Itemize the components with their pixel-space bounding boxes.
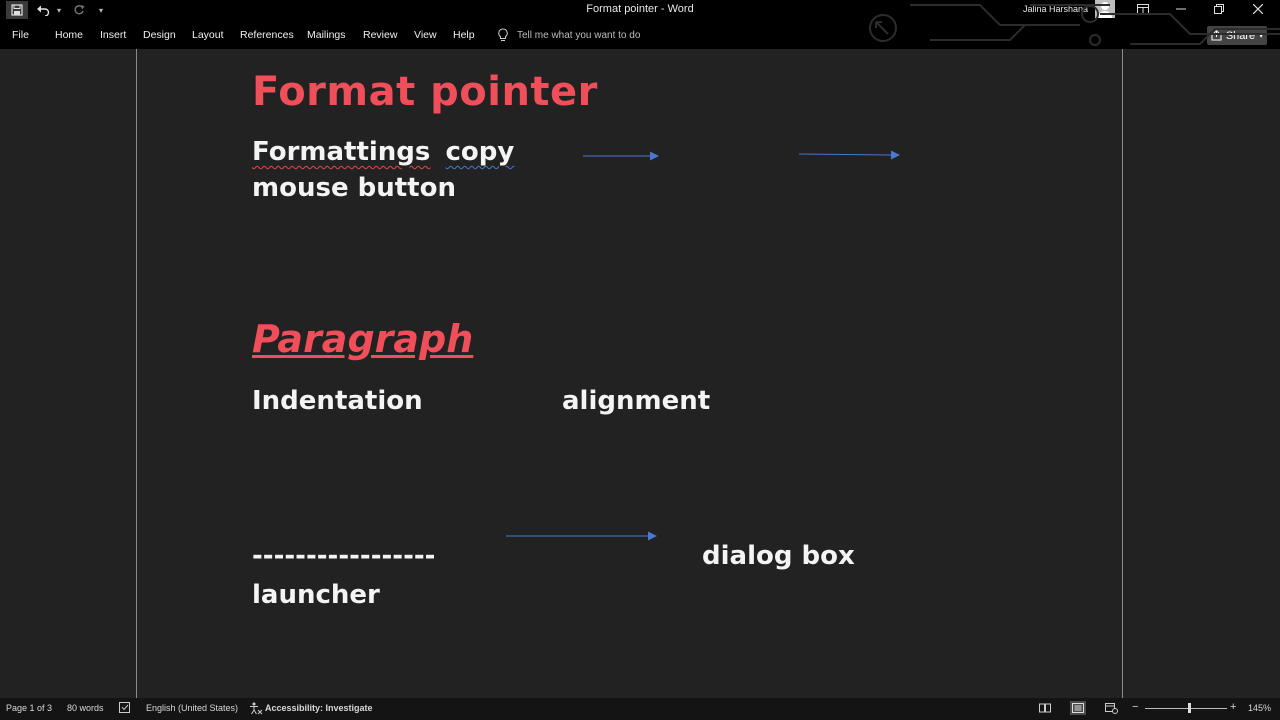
share-button[interactable]: Share ▾	[1207, 26, 1267, 45]
arrow-1	[583, 151, 659, 161]
status-language[interactable]: English (United States)	[146, 703, 238, 713]
print-layout-icon	[1072, 703, 1084, 713]
web-layout-button[interactable]	[1103, 701, 1119, 715]
tab-layout[interactable]: Layout	[192, 29, 224, 41]
ribbon-display-options-button[interactable]	[1125, 0, 1161, 18]
read-mode-button[interactable]	[1037, 701, 1053, 715]
lightbulb-icon	[498, 28, 508, 41]
right-margin-line	[1122, 49, 1123, 698]
heading-format-pointer[interactable]: Format pointer	[252, 69, 598, 115]
window-title: Format pointer - Word	[586, 3, 694, 15]
close-icon	[1253, 4, 1263, 14]
tab-file[interactable]: File	[12, 29, 29, 41]
tab-home[interactable]: Home	[55, 29, 83, 41]
left-margin-line	[136, 49, 137, 698]
read-mode-icon	[1039, 703, 1051, 713]
restore-icon	[1214, 4, 1224, 14]
proofing-icon[interactable]	[119, 702, 132, 714]
status-accessibility[interactable]: Accessibility: Investigate	[265, 703, 373, 713]
print-layout-button[interactable]	[1070, 701, 1086, 715]
share-icon	[1211, 30, 1222, 41]
zoom-level[interactable]: 145%	[1248, 703, 1271, 713]
word-formattings[interactable]: Formattings	[252, 137, 430, 167]
minimize-button[interactable]	[1163, 0, 1199, 18]
close-button[interactable]	[1240, 0, 1276, 18]
text-dialog-box[interactable]: dialog box	[702, 541, 855, 571]
arrow-2	[798, 150, 900, 160]
tab-view[interactable]: View	[414, 29, 437, 41]
tab-insert[interactable]: Insert	[100, 29, 126, 41]
accessibility-icon	[250, 702, 263, 715]
status-bar: Page 1 of 3 80 words English (United Sta…	[0, 698, 1280, 720]
share-label: Share	[1225, 29, 1256, 42]
text-mouse-button[interactable]: mouse button	[252, 173, 456, 203]
zoom-slider-thumb[interactable]	[1188, 703, 1191, 713]
document-canvas[interactable]: Format pointer Formattings copy mouse bu…	[0, 49, 1280, 698]
status-page[interactable]: Page 1 of 3	[6, 703, 52, 713]
zoom-in-button[interactable]: +	[1230, 701, 1236, 713]
avatar-head	[1101, 2, 1109, 10]
zoom-slider[interactable]	[1145, 708, 1227, 709]
restore-button[interactable]	[1201, 0, 1237, 18]
text-alignment[interactable]: alignment	[562, 386, 710, 416]
title-bar: ▾ ▾ Format pointer - Word Jalina Harshan…	[0, 0, 1280, 20]
minimize-icon	[1176, 8, 1186, 10]
ribbon-display-icon	[1137, 4, 1149, 14]
arrow-3	[506, 531, 657, 541]
tell-me-placeholder: Tell me what you want to do	[517, 29, 641, 41]
text-launcher[interactable]: launcher	[252, 580, 380, 610]
text-indentation[interactable]: Indentation	[252, 386, 423, 416]
tell-me-search[interactable]: Tell me what you want to do	[497, 28, 640, 42]
tab-design[interactable]: Design	[143, 29, 176, 41]
heading-paragraph[interactable]: Paragraph	[252, 317, 473, 361]
text-dashes[interactable]: -----------------	[252, 541, 435, 571]
tab-help[interactable]: Help	[453, 29, 475, 41]
tab-references[interactable]: References	[240, 29, 294, 41]
text-line-formattings[interactable]: Formattings copy	[252, 137, 514, 167]
web-layout-icon	[1104, 702, 1118, 714]
avatar-body	[1098, 11, 1112, 18]
tab-mailings[interactable]: Mailings	[307, 29, 346, 41]
status-word-count[interactable]: 80 words	[67, 703, 104, 713]
avatar[interactable]	[1095, 0, 1115, 18]
user-name[interactable]: Jalina Harshana	[1023, 4, 1088, 14]
ribbon-tabs: File Home Insert Design Layout Reference…	[0, 20, 1280, 49]
share-chevron-icon: ▾	[1259, 31, 1264, 40]
zoom-out-button[interactable]: −	[1132, 701, 1138, 713]
tab-review[interactable]: Review	[363, 29, 397, 41]
word-copy[interactable]: copy	[445, 137, 514, 167]
